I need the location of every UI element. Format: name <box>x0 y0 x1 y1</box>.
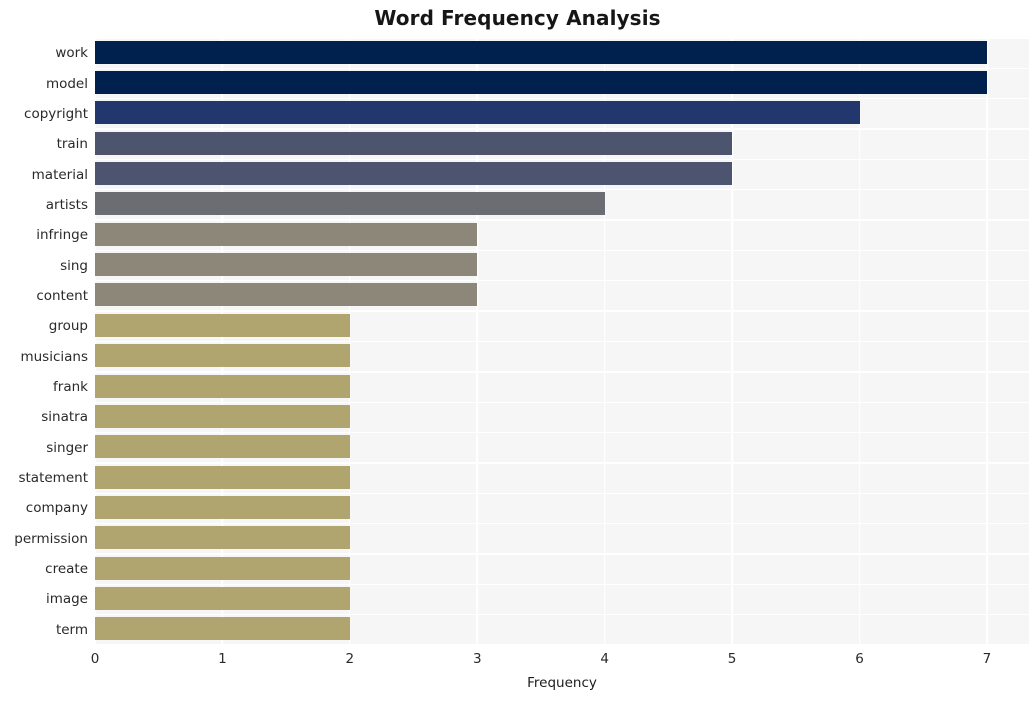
x-tick-label-3: 3 <box>472 651 482 667</box>
bar-create[interactable] <box>95 556 350 580</box>
bar-row-frank <box>95 372 1029 400</box>
y-tick-label-sinatra: sinatra <box>41 409 88 426</box>
y-tick-label-musicians: musicians <box>20 348 88 365</box>
gridline-y <box>95 644 1029 645</box>
bar-row-image <box>95 584 1029 612</box>
y-tick-label-frank: frank <box>53 379 88 396</box>
plot-area <box>95 38 1029 645</box>
bar-row-statement <box>95 463 1029 491</box>
bar-row-content <box>95 281 1029 309</box>
bar-infringe[interactable] <box>95 222 478 246</box>
bar-statement[interactable] <box>95 465 350 489</box>
y-tick-label-term: term <box>55 621 88 638</box>
y-tick-label-singer: singer <box>46 439 88 456</box>
x-tick-label-6: 6 <box>855 651 864 667</box>
bar-work[interactable] <box>95 40 987 64</box>
x-tick-label-5: 5 <box>727 651 737 667</box>
bar-term[interactable] <box>95 617 350 641</box>
y-tick-label-artists: artists <box>45 196 88 213</box>
bar-row-sinatra <box>95 402 1029 430</box>
y-tick-label-create: create <box>45 561 88 578</box>
y-tick-label-statement: statement <box>18 470 88 487</box>
bar-company[interactable] <box>95 495 350 519</box>
y-tick-label-copyright: copyright <box>24 105 88 122</box>
y-tick-label-infringe: infringe <box>36 227 88 244</box>
bar-row-musicians <box>95 342 1029 370</box>
bar-row-train <box>95 129 1029 157</box>
bar-artists[interactable] <box>95 192 605 216</box>
bar-row-work <box>95 38 1029 66</box>
y-tick-label-model: model <box>45 75 88 92</box>
y-tick-label-company: company <box>25 500 88 517</box>
y-tick-label-content: content <box>36 287 88 304</box>
bar-row-infringe <box>95 220 1029 248</box>
bar-train[interactable] <box>95 131 733 155</box>
x-tick-label-7: 7 <box>982 651 992 667</box>
bar-content[interactable] <box>95 283 478 307</box>
bar-row-model <box>95 68 1029 96</box>
bar-row-term <box>95 615 1029 643</box>
bar-row-copyright <box>95 99 1029 127</box>
y-tick-label-image: image <box>45 591 88 608</box>
bar-group[interactable] <box>95 313 350 337</box>
x-tick-label-2: 2 <box>345 651 355 667</box>
bar-material[interactable] <box>95 162 733 186</box>
y-tick-label-material: material <box>31 166 88 183</box>
x-tick-label-4: 4 <box>600 651 609 667</box>
bar-singer[interactable] <box>95 435 350 459</box>
x-tick-label-0: 0 <box>90 651 100 667</box>
y-axis-tick-labels: work model copyright train material artists in… <box>0 38 88 645</box>
bar-model[interactable] <box>95 71 987 95</box>
y-tick-label-work: work <box>55 45 88 62</box>
bar-sing[interactable] <box>95 253 478 277</box>
y-tick-label-permission: permission <box>14 530 88 547</box>
bar-row-material <box>95 159 1029 187</box>
bar-copyright[interactable] <box>95 101 860 125</box>
chart-figure: Word Frequency Analysis work model copyrig… <box>0 0 1035 701</box>
bar-row-artists <box>95 190 1029 218</box>
x-axis-label: Frequency <box>527 675 597 691</box>
chart-title: Word Frequency Analysis <box>374 6 661 30</box>
y-tick-label-train: train <box>56 136 88 153</box>
bar-frank[interactable] <box>95 374 350 398</box>
y-tick-label-sing: sing <box>60 257 88 274</box>
bar-row-sing <box>95 250 1029 278</box>
bar-sinatra[interactable] <box>95 404 350 428</box>
bar-row-create <box>95 554 1029 582</box>
bar-image[interactable] <box>95 586 350 610</box>
bar-row-group <box>95 311 1029 339</box>
bar-row-company <box>95 493 1029 521</box>
bar-permission[interactable] <box>95 526 350 550</box>
x-tick-label-1: 1 <box>218 651 227 667</box>
bar-row-permission <box>95 524 1029 552</box>
y-tick-label-group: group <box>48 318 88 335</box>
bar-row-singer <box>95 433 1029 461</box>
bar-musicians[interactable] <box>95 344 350 368</box>
